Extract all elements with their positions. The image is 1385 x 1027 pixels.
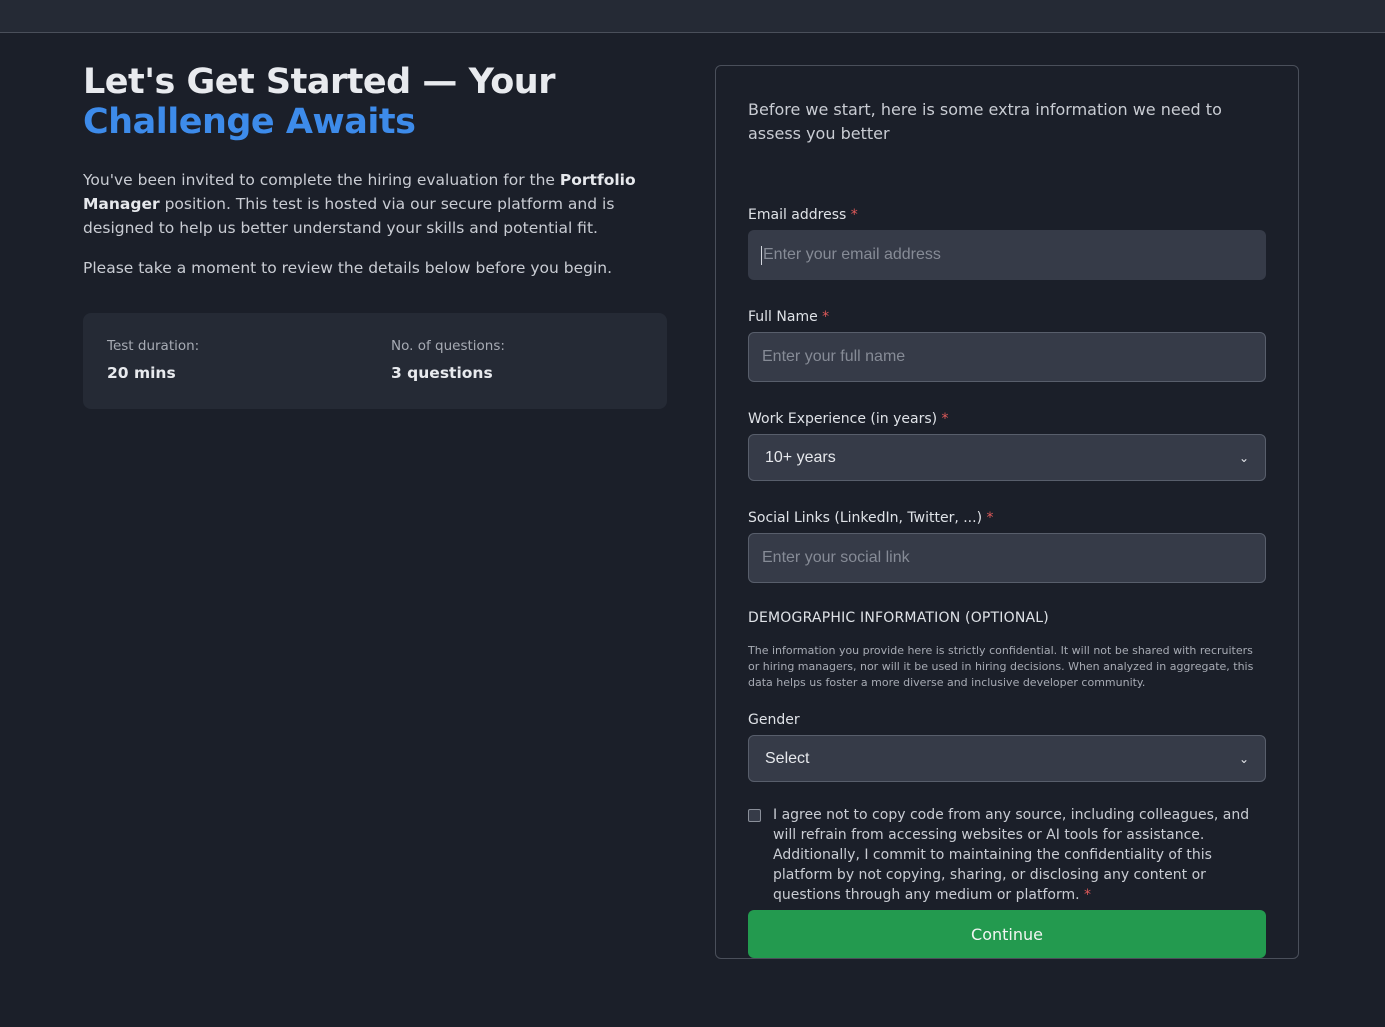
questions-value: 3 questions xyxy=(391,364,493,382)
chevron-down-icon: ⌄ xyxy=(1238,751,1249,766)
intro-text-after: position. This test is hosted via our se… xyxy=(83,195,615,237)
intro-section: Let's Get Started — Your Challenge Await… xyxy=(83,62,667,409)
required-marker: * xyxy=(850,207,858,223)
duration-value: 20 mins xyxy=(107,364,176,382)
experience-group: Work Experience (in years) * xyxy=(748,408,949,428)
duration-stat: Test duration: 20 mins xyxy=(107,337,199,383)
title-line-2-accent: Challenge Awaits xyxy=(83,102,416,142)
chevron-down-icon: ⌄ xyxy=(1238,450,1249,465)
form-intro: Before we start, here is some extra info… xyxy=(748,100,1222,143)
required-marker: * xyxy=(986,510,994,526)
required-marker: * xyxy=(1084,887,1092,903)
title-line-1: Let's Get Started — Your xyxy=(83,62,555,102)
required-marker: * xyxy=(941,411,949,427)
questions-label: No. of questions: xyxy=(391,338,505,354)
agreement-checkbox[interactable] xyxy=(748,809,761,822)
continue-button[interactable]: Continue xyxy=(748,910,1266,958)
experience-label-text: Work Experience (in years) xyxy=(748,411,938,427)
top-bar xyxy=(0,0,1385,33)
email-placeholder: Enter your email address xyxy=(763,246,941,263)
questions-stat: No. of questions: 3 questions xyxy=(391,337,505,383)
agreement-text: I agree not to copy code from any source… xyxy=(773,805,1266,905)
full-name-group: Full Name * xyxy=(748,306,829,326)
social-label: Social Links (LinkedIn, Twitter, ...) * xyxy=(748,510,994,526)
experience-label: Work Experience (in years) * xyxy=(748,411,949,427)
duration-label: Test duration: xyxy=(107,338,200,354)
demographic-title: DEMOGRAPHIC INFORMATION (OPTIONAL) xyxy=(748,610,1049,626)
page-title: Let's Get Started — Your Challenge Await… xyxy=(83,62,667,142)
email-group: Email address * xyxy=(748,204,858,224)
social-placeholder: Enter your social link xyxy=(762,549,910,566)
text-caret xyxy=(761,245,762,265)
full-name-input[interactable]: Enter your full name xyxy=(748,332,1266,382)
gender-group: Gender xyxy=(748,709,800,729)
gender-label: Gender xyxy=(748,712,800,728)
candidate-form-panel: Before we start, here is some extra info… xyxy=(715,65,1299,959)
agreement-label: I agree not to copy code from any source… xyxy=(773,807,1250,903)
experience-selected: 10+ years xyxy=(765,448,836,466)
email-input[interactable]: Enter your email address xyxy=(748,230,1266,280)
social-group: Social Links (LinkedIn, Twitter, ...) * xyxy=(748,507,994,527)
full-name-label-text: Full Name xyxy=(748,309,818,325)
full-name-placeholder: Enter your full name xyxy=(762,348,906,365)
experience-select[interactable]: 10+ years ⌄ xyxy=(748,434,1266,481)
required-marker: * xyxy=(822,309,830,325)
gender-select[interactable]: Select ⌄ xyxy=(748,735,1266,782)
social-label-text: Social Links (LinkedIn, Twitter, ...) xyxy=(748,510,983,526)
email-label: Email address * xyxy=(748,207,858,223)
email-label-text: Email address xyxy=(748,207,847,223)
review-paragraph: Please take a moment to review the detai… xyxy=(83,259,613,277)
agreement-row: I agree not to copy code from any source… xyxy=(748,805,1266,905)
demographic-note: The information you provide here is stri… xyxy=(748,644,1254,689)
candidate-form: Before we start, here is some extra info… xyxy=(748,98,1266,958)
test-stats-card: Test duration: 20 mins No. of questions:… xyxy=(83,313,667,409)
social-input[interactable]: Enter your social link xyxy=(748,533,1266,583)
intro-text-before: You've been invited to complete the hiri… xyxy=(83,171,560,189)
full-name-label: Full Name * xyxy=(748,309,829,325)
gender-selected: Select xyxy=(765,749,810,767)
intro-paragraph: You've been invited to complete the hiri… xyxy=(83,168,667,240)
